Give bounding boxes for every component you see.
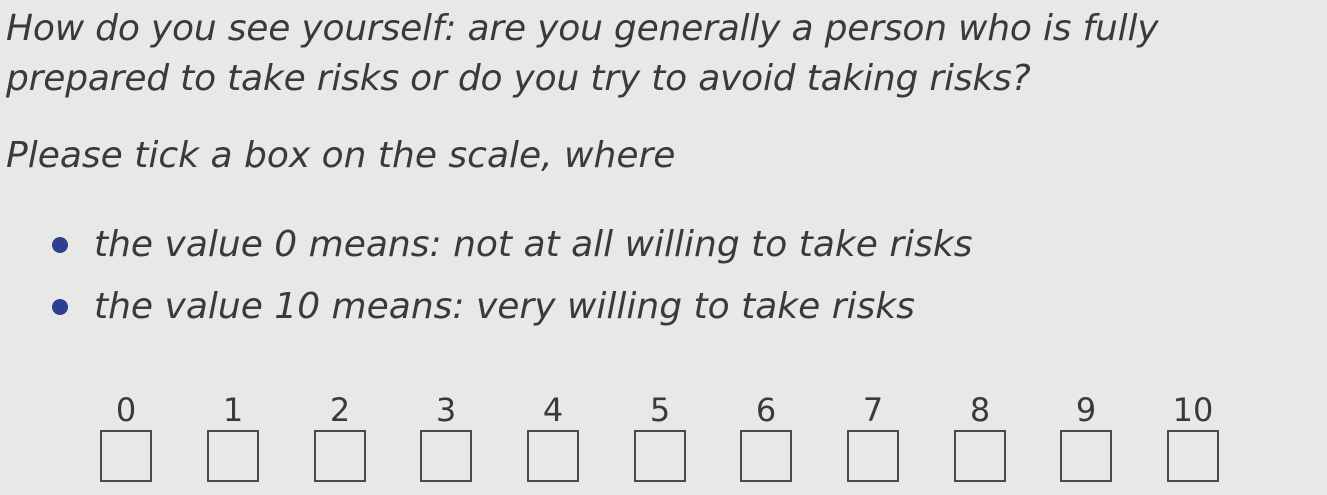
bullet-text-max: the value 10 means: very willing to take…: [94, 286, 915, 327]
scale-option-10[interactable]: 10: [1165, 390, 1221, 482]
scale-option-8[interactable]: 8: [952, 390, 1008, 482]
scale-number-label: 9: [1075, 391, 1097, 429]
checkbox[interactable]: [420, 430, 472, 482]
scale-option-4[interactable]: 4: [525, 390, 581, 482]
checkbox[interactable]: [954, 430, 1006, 482]
bullet-dot-icon: [52, 237, 68, 253]
scale-number-label: 0: [115, 391, 137, 429]
scale-option-5[interactable]: 5: [632, 390, 688, 482]
bullet-text-min: the value 0 means: not at all willing to…: [94, 224, 973, 265]
scale-number-label: 6: [755, 391, 777, 429]
scale-option-6[interactable]: 6: [738, 390, 794, 482]
scale-number-label: 2: [329, 391, 351, 429]
checkbox[interactable]: [100, 430, 152, 482]
checkbox[interactable]: [1167, 430, 1219, 482]
scale-number-label: 7: [862, 391, 884, 429]
scale-number-label: 5: [649, 391, 671, 429]
scale-number-label: 1: [222, 391, 244, 429]
list-item: the value 0 means: not at all willing to…: [52, 214, 973, 276]
checkbox[interactable]: [527, 430, 579, 482]
scale-number-label: 4: [542, 391, 564, 429]
checkbox[interactable]: [207, 430, 259, 482]
checkbox[interactable]: [634, 430, 686, 482]
scale-option-9[interactable]: 9: [1058, 390, 1114, 482]
checkbox[interactable]: [1060, 430, 1112, 482]
risk-scale: 0 1 2 3 4 5 6 7 8 9 10: [0, 390, 1327, 490]
question-text: How do you see yourself: are you general…: [6, 4, 1327, 104]
scale-number-label: 10: [1172, 391, 1214, 429]
scale-number-label: 3: [435, 391, 457, 429]
scale-number-label: 8: [969, 391, 991, 429]
scale-definition-list: the value 0 means: not at all willing to…: [52, 214, 973, 338]
question-line-1: How do you see yourself: are you general…: [6, 8, 1159, 49]
bullet-dot-icon: [52, 299, 68, 315]
scale-option-7[interactable]: 7: [845, 390, 901, 482]
scale-option-3[interactable]: 3: [418, 390, 474, 482]
scale-option-2[interactable]: 2: [312, 390, 368, 482]
instruction-text: Please tick a box on the scale, where: [6, 135, 676, 176]
checkbox[interactable]: [847, 430, 899, 482]
question-line-2: prepared to take risks or do you try to …: [6, 58, 1031, 99]
scale-option-1[interactable]: 1: [205, 390, 261, 482]
checkbox[interactable]: [740, 430, 792, 482]
list-item: the value 10 means: very willing to take…: [52, 276, 973, 338]
checkbox[interactable]: [314, 430, 366, 482]
scale-option-0[interactable]: 0: [98, 390, 154, 482]
